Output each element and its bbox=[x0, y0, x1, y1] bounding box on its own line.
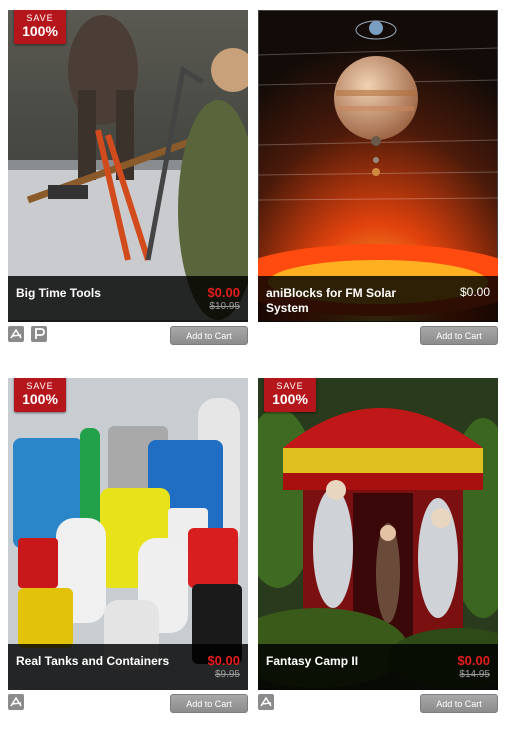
product-thumbnail[interactable]: aniBlocks for FM Solar System $0.00 bbox=[258, 10, 498, 322]
acrobat-icon bbox=[8, 694, 24, 710]
product-thumbnail[interactable]: SAVE 100% Big Time Tools $0.00 $10.95 bbox=[8, 10, 248, 322]
original-price: $14.95 bbox=[459, 669, 490, 680]
add-to-cart-button[interactable]: Add to Cart bbox=[420, 326, 498, 345]
save-percent: 100% bbox=[22, 23, 58, 39]
product-info-bar: Big Time Tools $0.00 $10.95 bbox=[8, 276, 248, 322]
add-to-cart-button[interactable]: Add to Cart bbox=[170, 326, 248, 345]
add-to-cart-button[interactable]: Add to Cart bbox=[420, 694, 498, 713]
product-name[interactable]: Real Tanks and Containers bbox=[16, 654, 186, 669]
acrobat-icon bbox=[258, 694, 274, 710]
save-percent: 100% bbox=[22, 391, 58, 407]
save-badge: SAVE 100% bbox=[14, 10, 66, 44]
save-label: SAVE bbox=[26, 13, 54, 23]
add-to-cart-button[interactable]: Add to Cart bbox=[170, 694, 248, 713]
poser-icon bbox=[31, 326, 48, 342]
compatibility-icons bbox=[8, 694, 27, 712]
compatibility-icons bbox=[8, 326, 50, 344]
save-label: SAVE bbox=[26, 381, 54, 391]
sale-price: $0.00 bbox=[457, 653, 490, 668]
acrobat-icon bbox=[8, 326, 24, 342]
product-info-bar: Real Tanks and Containers $0.00 $9.95 bbox=[8, 644, 248, 690]
save-badge: SAVE 100% bbox=[264, 378, 316, 412]
product-thumbnail[interactable]: SAVE 100% Fantasy Camp II $0.00 $14.95 bbox=[258, 378, 498, 690]
price: $0.00 bbox=[459, 285, 490, 299]
product-name[interactable]: aniBlocks for FM Solar System bbox=[266, 286, 436, 316]
original-price: $9.95 bbox=[214, 669, 240, 680]
save-label: SAVE bbox=[276, 381, 304, 391]
original-price: $10.95 bbox=[209, 301, 240, 312]
save-badge: SAVE 100% bbox=[14, 378, 66, 412]
product-thumbnail[interactable]: SAVE 100% Real Tanks and Containers $0.0… bbox=[8, 378, 248, 690]
product-name[interactable]: Big Time Tools bbox=[16, 286, 186, 301]
product-info-bar: aniBlocks for FM Solar System $0.00 bbox=[258, 276, 498, 322]
product-name[interactable]: Fantasy Camp II bbox=[266, 654, 436, 669]
compatibility-icons bbox=[258, 694, 277, 712]
sale-price: $0.00 bbox=[207, 653, 240, 668]
save-percent: 100% bbox=[272, 391, 308, 407]
sale-price: $0.00 bbox=[207, 285, 240, 300]
product-info-bar: Fantasy Camp II $0.00 $14.95 bbox=[258, 644, 498, 690]
